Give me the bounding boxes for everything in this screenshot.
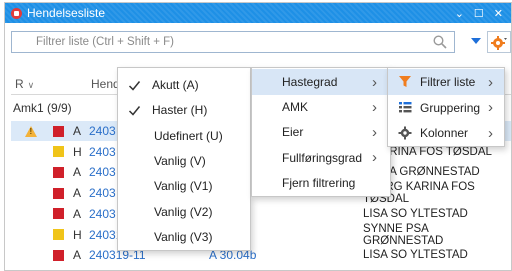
group-header[interactable]: Amk1 (9/9) bbox=[11, 99, 72, 117]
owner-name: LISA SO YLTESTAD bbox=[363, 249, 468, 262]
filter-input[interactable] bbox=[11, 31, 455, 53]
owner-name: SYNNE PSA GRØNNESTAD bbox=[363, 222, 444, 247]
checkmark-icon bbox=[128, 80, 141, 91]
column-header-hend[interactable]: Hend bbox=[91, 77, 120, 91]
settings-gear-icon bbox=[491, 36, 507, 50]
urgency-color-icon bbox=[53, 249, 64, 261]
chevron-right-icon: › bbox=[488, 73, 493, 91]
filter-category-menu: Hastegrad › AMK › Eier › Fullføringsgrad › Fjern… bbox=[251, 67, 391, 197]
urgency-option[interactable]: Vanlig (V1) bbox=[118, 173, 250, 199]
chevron-right-icon: › bbox=[372, 98, 377, 116]
options-button[interactable] bbox=[487, 31, 511, 53]
filter-category-label: Hastegrad bbox=[282, 75, 338, 89]
filter-category-eier[interactable]: Eier › bbox=[252, 119, 390, 145]
options-item-kolonner[interactable]: Kolonner › bbox=[388, 120, 504, 146]
urgency-option[interactable]: Haster (H) bbox=[118, 97, 250, 123]
urgency-level: A bbox=[73, 248, 82, 263]
filter-category-hastegrad[interactable]: Hastegrad › bbox=[252, 69, 390, 95]
search-icon[interactable] bbox=[433, 35, 447, 49]
table-row[interactable]: A 240319-11 A 30.04b LISA SO YLTESTAD bbox=[11, 245, 511, 265]
filter-category-label: Fullføringsgrad bbox=[282, 150, 363, 165]
urgency-color-icon bbox=[53, 125, 64, 137]
urgency-level: H bbox=[73, 227, 82, 242]
checkmark-icon bbox=[128, 105, 141, 116]
filter-category-fjern-filtrering[interactable]: Fjern filtrering bbox=[252, 170, 390, 196]
filter-category-amk[interactable]: AMK › bbox=[252, 94, 390, 120]
event-id: 2403 bbox=[89, 144, 116, 159]
options-item-label: Gruppering bbox=[420, 100, 481, 115]
urgency-option-label: Haster (H) bbox=[152, 103, 208, 118]
chevron-down-icon: ∨ bbox=[27, 79, 35, 90]
gear-icon bbox=[398, 126, 412, 143]
event-id: 2403 bbox=[89, 186, 116, 201]
title-bar[interactable]: Hendelsesliste ⌄ ☐ ✕ bbox=[5, 3, 511, 23]
filter-category-fullføringsgrad[interactable]: Fullføringsgrad › bbox=[252, 145, 390, 171]
urgency-option-label: Vanlig (V3) bbox=[154, 229, 213, 244]
filter-category-label: Fjern filtrering bbox=[282, 175, 356, 190]
options-item-label: Filtrer liste bbox=[420, 75, 476, 89]
urgency-color-icon bbox=[53, 229, 64, 240]
filter-category-label: AMK bbox=[282, 100, 309, 115]
chevron-right-icon: › bbox=[372, 73, 377, 91]
urgency-option[interactable]: Akutt (A) bbox=[118, 72, 250, 98]
urgency-option-label: Udefinert (U) bbox=[154, 128, 223, 143]
warning-icon bbox=[25, 125, 37, 137]
urgency-option[interactable]: Vanlig (V3) bbox=[118, 224, 250, 250]
urgency-color-icon bbox=[53, 146, 64, 158]
chevron-right-icon: › bbox=[372, 123, 377, 141]
column-header-r[interactable]: R ∨ bbox=[11, 77, 34, 91]
event-id: 2403 bbox=[89, 206, 116, 221]
event-list-window: Hendelsesliste ⌄ ☐ ✕ R∨ bbox=[4, 2, 512, 271]
options-item-gruppering[interactable]: Gruppering › bbox=[388, 95, 504, 121]
chevron-right-icon: › bbox=[488, 99, 493, 116]
urgency-option[interactable]: Vanlig (V) bbox=[118, 148, 250, 174]
urgency-level: H bbox=[73, 144, 82, 159]
options-item-filtrer-liste[interactable]: Filtrer liste › bbox=[388, 69, 504, 95]
urgency-level: A bbox=[73, 124, 82, 138]
options-item-label: Kolonner bbox=[420, 126, 469, 140]
minimize-button[interactable]: ⌄ bbox=[455, 7, 464, 20]
filter-bar bbox=[11, 31, 511, 53]
list-icon bbox=[398, 101, 412, 116]
owner-name: LISA SO YLTESTAD bbox=[363, 207, 468, 220]
chevron-right-icon: › bbox=[488, 124, 493, 142]
urgency-color-icon bbox=[53, 208, 64, 220]
urgency-level: A bbox=[73, 206, 82, 221]
maximize-button[interactable]: ☐ bbox=[474, 7, 484, 20]
urgency-filter-menu: Akutt (A) Haster (H) Udefinert (U) Vanlig (… bbox=[117, 67, 251, 251]
urgency-option-label: Vanlig (V1) bbox=[154, 179, 213, 194]
app-icon bbox=[11, 7, 22, 19]
event-id: 2403 bbox=[89, 165, 116, 180]
table-row[interactable]: A 2403 LISA SO YLTESTAD bbox=[11, 204, 511, 224]
window-title: Hendelsesliste bbox=[27, 6, 106, 20]
urgency-color-icon bbox=[53, 166, 64, 178]
options-menu: Filtrer liste › Gruppering › Kolonner › bbox=[387, 67, 505, 147]
funnel-icon bbox=[398, 75, 412, 91]
chevron-right-icon: › bbox=[372, 149, 377, 167]
close-button[interactable]: ✕ bbox=[494, 7, 503, 20]
event-id: 2403 bbox=[89, 124, 116, 138]
urgency-option[interactable]: Vanlig (V2) bbox=[118, 199, 250, 225]
table-row[interactable]: H240319-13H 08.01SYNNE PSA GRØNNESTAD bbox=[11, 222, 511, 247]
urgency-option-label: Vanlig (V) bbox=[154, 153, 206, 168]
urgency-level: A bbox=[73, 186, 82, 201]
urgency-option-label: Vanlig (V2) bbox=[154, 204, 213, 219]
filter-category-label: Eier bbox=[282, 125, 304, 140]
urgency-color-icon bbox=[53, 187, 64, 199]
urgency-option[interactable]: Udefinert (U) bbox=[118, 123, 250, 149]
window-controls: ⌄ ☐ ✕ bbox=[455, 7, 503, 20]
urgency-option-label: Akutt (A) bbox=[152, 78, 199, 92]
urgency-level: A bbox=[73, 165, 82, 180]
filter-dropdown-icon[interactable] bbox=[471, 38, 481, 44]
